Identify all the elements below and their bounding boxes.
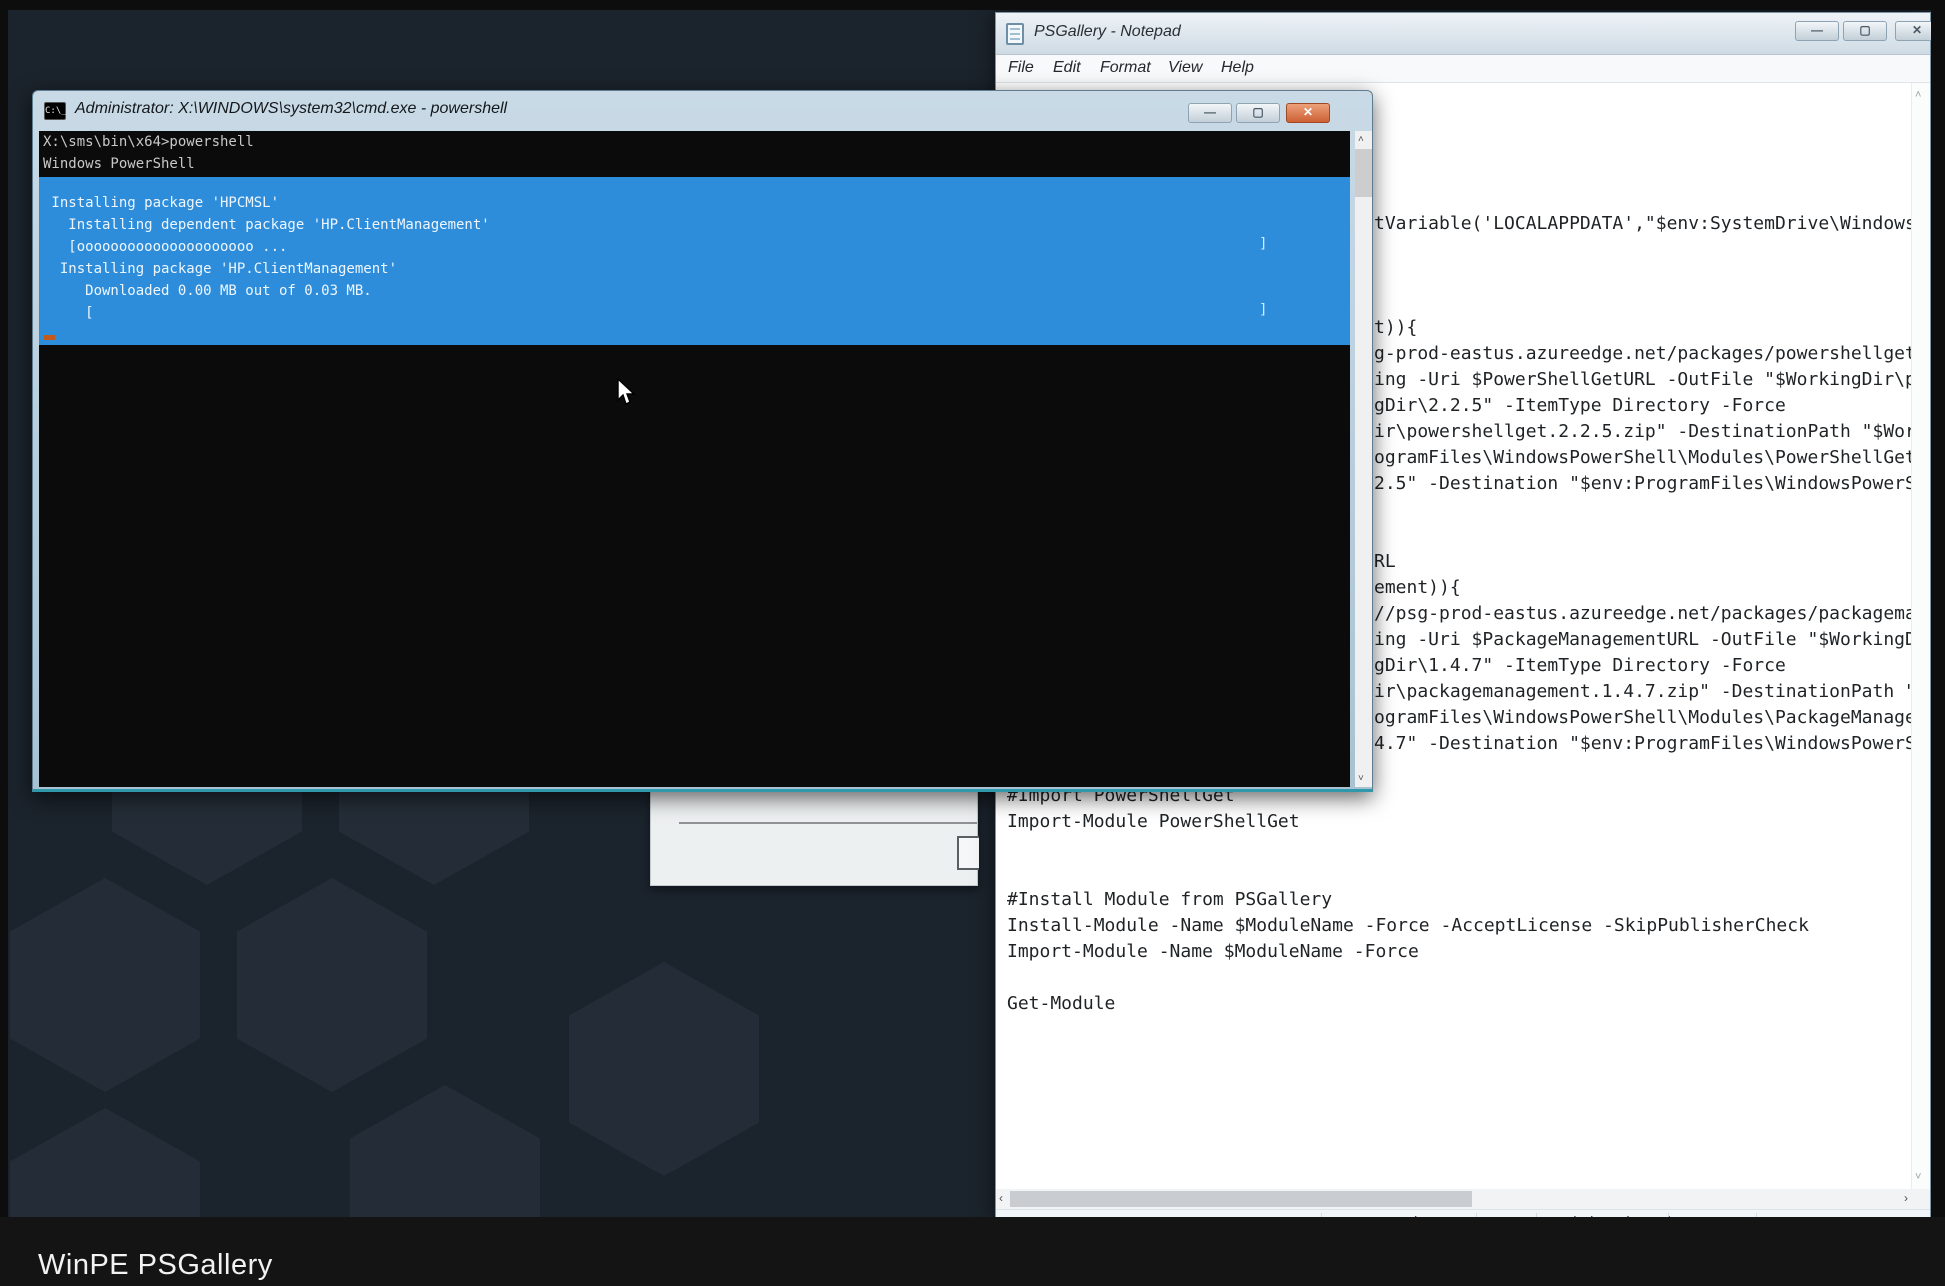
minimize-button[interactable]: — [1188,103,1232,123]
cmd-window-title: Administrator: X:\WINDOWS\system32\cmd.e… [75,100,507,118]
menu-format[interactable]: Format [1100,59,1151,77]
code-line: 4.7" -Destination "$env:ProgramFiles\Win… [1374,731,1916,757]
console-scroll-thumb[interactable] [1355,149,1372,197]
caption-bar: WinPE PSGallery [0,1217,1945,1286]
hexagon-decoration [10,878,200,1092]
notepad-titlebar[interactable]: PSGallery - Notepad — ▢ ✕ [996,13,1930,55]
dialog-button-partial[interactable] [957,836,979,870]
maximize-button[interactable]: ▢ [1236,103,1280,123]
code-line: ogramFiles\WindowsPowerShell\Modules\Pow… [1374,445,1916,471]
hexagon-decoration [10,1108,200,1217]
video-frame: PSGallery - Notepad — ▢ ✕ File Edit Form… [0,0,1945,1286]
menu-edit[interactable]: Edit [1053,59,1081,77]
horizontal-scroll-thumb[interactable] [1010,1191,1472,1207]
maximize-button[interactable]: ▢ [1843,21,1887,41]
scroll-left-icon[interactable]: ‹ [999,1191,1003,1205]
console-scrollbar[interactable]: ˄ ˅ [1355,131,1372,787]
console-line: X:\sms\bin\x64>powershell [39,131,1350,153]
mouse-cursor-icon [617,378,637,411]
hexagon-decoration [237,878,427,1092]
scroll-down-icon[interactable]: ˅ [1915,1171,1921,1183]
close-button[interactable]: ✕ [1286,103,1330,123]
notepad-menubar: File Edit Format View Help [996,55,1930,83]
code-line: 2.5" -Destination "$env:ProgramFiles\Win… [1374,471,1916,497]
progress-line: [ [39,302,1350,324]
progress-line: Downloaded 0.00 MB out of 0.03 MB. [39,280,1350,302]
code-line: g-prod-eastus.azureedge.net/packages/pow… [1374,341,1916,367]
notepad-horizontal-scrollbar[interactable]: ‹ › [996,1189,1930,1209]
progress-bracket: ] [1259,302,1267,318]
code-line: ir\powershellget.2.2.5.zip" -Destination… [1374,419,1916,445]
code-line: ing -Uri $PowerShellGetURL -OutFile "$Wo… [1374,367,1916,393]
code-line: Install-Module -Name $ModuleName -Force … [1007,913,1809,939]
code-line: ement)){ [1374,575,1461,601]
progress-bracket: ] [1259,236,1267,252]
hexagon-decoration [569,962,759,1176]
notepad-vertical-scrollbar[interactable]: ˄ ˅ [1911,83,1930,1189]
progress-line: [ooooooooooooooooooooo ... [39,236,1350,258]
notepad-icon [1006,23,1024,45]
scroll-up-icon[interactable]: ˄ [1915,89,1921,101]
hexagon-decoration [350,1085,540,1217]
code-line: gDir\1.4.7" -ItemType Directory -Force [1374,653,1786,679]
powershell-progress-panel: Installing package 'HPCMSL' Installing d… [39,177,1350,345]
code-line: Import-Module PowerShellGet [1007,809,1300,835]
console-line: Windows PowerShell [39,153,1350,175]
frame-border [0,0,1945,10]
menu-help[interactable]: Help [1221,59,1254,77]
dialog-divider [679,822,977,824]
background-dialog [650,786,978,886]
scroll-down-icon[interactable]: ˅ [1358,773,1364,784]
code-line: Import-Module -Name $ModuleName -Force [1007,939,1419,965]
code-line: tVariable('LOCALAPPDATA',"$env:SystemDri… [1374,211,1916,237]
notepad-window-title: PSGallery - Notepad [1034,23,1181,41]
menu-view[interactable]: View [1168,59,1202,77]
code-line: //psg-prod-eastus.azureedge.net/packages… [1374,601,1916,627]
progress-line: Installing package 'HPCMSL' [39,192,1350,214]
frame-border [1931,0,1945,1286]
code-line: RL [1374,549,1396,575]
progress-line: Installing package 'HP.ClientManagement' [39,258,1350,280]
progress-line: Installing dependent package 'HP.ClientM… [39,214,1350,236]
console-output: X:\sms\bin\x64>powershell Windows PowerS… [39,131,1350,787]
minimize-button[interactable]: — [1795,21,1839,41]
code-line: ir\packagemanagement.1.4.7.zip" -Destina… [1374,679,1916,705]
cmd-titlebar[interactable]: C:\_ Administrator: X:\WINDOWS\system32\… [33,91,1372,131]
console-cursor [44,335,55,340]
scroll-right-icon[interactable]: › [1904,1191,1908,1205]
frame-border [0,0,8,1286]
code-line: Get-Module [1007,991,1115,1017]
menu-file[interactable]: File [1008,59,1034,77]
code-line: gDir\2.2.5" -ItemType Directory -Force [1374,393,1786,419]
cmd-icon: C:\_ [44,102,66,120]
code-line: #Install Module from PSGallery [1007,887,1332,913]
video-caption: WinPE PSGallery [38,1249,273,1282]
scroll-up-icon[interactable]: ˄ [1358,134,1364,145]
cmd-window: C:\_ Administrator: X:\WINDOWS\system32\… [32,90,1373,792]
code-line: t)){ [1374,315,1417,341]
code-line: ing -Uri $PackageManagementURL -OutFile … [1374,627,1916,653]
code-line: ogramFiles\WindowsPowerShell\Modules\Pac… [1374,705,1916,731]
